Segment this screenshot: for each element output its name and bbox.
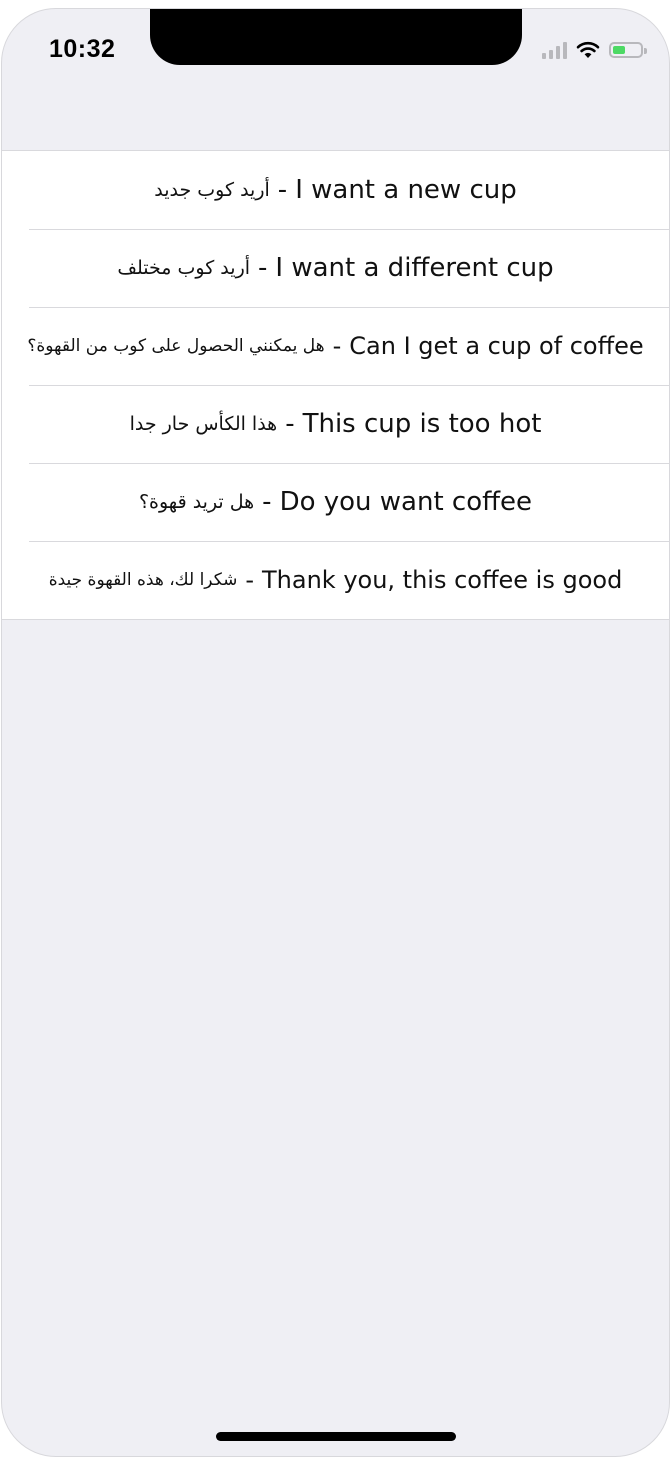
separator: - bbox=[258, 253, 268, 283]
phone-screen: 10:32 أريد كوب جديد - I want a new cup أ… bbox=[2, 9, 669, 1456]
status-bar: 10:32 bbox=[2, 9, 669, 91]
battery-icon bbox=[609, 42, 647, 58]
separator: - bbox=[262, 487, 272, 517]
arabic-text: أريد كوب مختلف bbox=[117, 257, 251, 279]
phrase-row[interactable]: أريد كوب جديد - I want a new cup bbox=[2, 151, 669, 229]
arabic-text: أريد كوب جديد bbox=[154, 179, 270, 201]
english-text: Thank you, this coffee is good bbox=[262, 566, 623, 594]
wifi-icon bbox=[576, 41, 600, 59]
separator: - bbox=[277, 175, 288, 205]
phrase-row[interactable]: شكرا لك، هذه القهوة جيدة - Thank you, th… bbox=[2, 541, 669, 619]
english-text: I want a different cup bbox=[275, 253, 554, 283]
phrase-row[interactable]: هذا الكأس حار جدا - This cup is too hot bbox=[2, 385, 669, 463]
english-text: Can I get a cup of coffee bbox=[349, 332, 644, 360]
cellular-signal-icon bbox=[542, 41, 567, 59]
status-icons bbox=[542, 39, 647, 61]
separator: - bbox=[245, 566, 254, 594]
arabic-text: شكرا لك، هذه القهوة جيدة bbox=[48, 570, 238, 590]
home-indicator[interactable] bbox=[216, 1432, 456, 1441]
arabic-text: هذا الكأس حار جدا bbox=[129, 413, 278, 435]
arabic-text: هل يمكنني الحصول على كوب من القهوة؟ bbox=[27, 336, 325, 356]
english-text: I want a new cup bbox=[295, 175, 517, 205]
phrase-row[interactable]: هل تريد قهوة؟ - Do you want coffee bbox=[2, 463, 669, 541]
status-time: 10:32 bbox=[49, 35, 116, 63]
english-text: This cup is too hot bbox=[302, 409, 542, 439]
phrase-table: أريد كوب جديد - I want a new cup أريد كو… bbox=[2, 150, 669, 620]
english-text: Do you want coffee bbox=[279, 487, 533, 517]
arabic-text: هل تريد قهوة؟ bbox=[138, 491, 255, 513]
phrase-row[interactable]: أريد كوب مختلف - I want a different cup bbox=[2, 229, 669, 307]
notch bbox=[150, 9, 522, 65]
separator: - bbox=[285, 409, 295, 439]
phrase-row[interactable]: هل يمكنني الحصول على كوب من القهوة؟ - Ca… bbox=[2, 307, 669, 385]
separator: - bbox=[332, 332, 342, 360]
